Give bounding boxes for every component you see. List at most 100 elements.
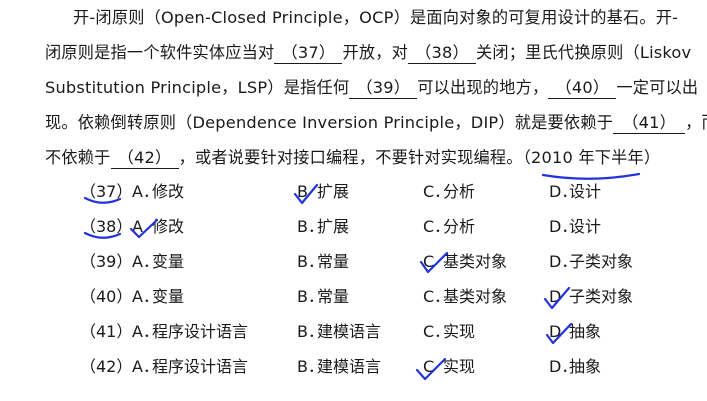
paragraph-text: 闭原则是指一个软件实体应当对	[45, 43, 275, 62]
blank-40: （40）	[548, 78, 617, 99]
option-text: 实现	[443, 357, 476, 376]
option-text: 分析	[443, 182, 476, 201]
option-letter: C．	[423, 182, 451, 201]
option-c[interactable]: C 实现	[423, 350, 475, 384]
blank-39: （39）	[349, 78, 418, 99]
paragraph-line-2: 闭原则是指一个软件实体应当对 （37） 开放，对 （38） 关闭；里氏代换原则（Lisk…	[45, 35, 691, 70]
option-letter: D	[549, 287, 562, 306]
option-letter: A．	[132, 182, 159, 201]
option-letter: A．	[132, 357, 159, 376]
option-text: 分析	[443, 217, 476, 236]
option-b[interactable]: B．建模语言	[297, 350, 381, 384]
blank-41: （41）	[613, 113, 686, 134]
option-letter: A	[132, 217, 143, 236]
option-letter: C．	[423, 322, 451, 341]
option-b[interactable]: B．扩展	[297, 210, 349, 244]
question-number: （40）	[80, 287, 133, 306]
option-letter: D．	[549, 252, 578, 271]
paragraph-text: 不依赖于	[45, 148, 111, 167]
option-b[interactable]: B．建模语言	[297, 315, 381, 349]
question-row-39: （39） A．变量 B．常量 C 基类对象 D．子类对象	[0, 245, 707, 279]
option-a[interactable]: A．变量	[132, 245, 184, 279]
option-c[interactable]: C．分析	[423, 210, 475, 244]
option-text: 基类对象	[443, 287, 508, 306]
question-row-37: （37） A．修改 B 扩展 C．分析 D．设计	[0, 175, 707, 209]
source-year-text: 2010 年下半年	[531, 148, 644, 167]
option-a[interactable]: A．修改	[132, 175, 184, 209]
option-letter: B．	[297, 322, 324, 341]
question-number: （38）	[80, 217, 133, 236]
paragraph-text: 开放，对	[342, 43, 408, 62]
source-year: 2010 年下半年	[531, 140, 644, 180]
option-letter: C．	[423, 217, 451, 236]
option-b[interactable]: B 扩展	[297, 175, 349, 209]
option-text: 建模语言	[317, 322, 382, 341]
option-d[interactable]: D．子类对象	[549, 245, 633, 279]
paragraph-text: ，而	[685, 113, 707, 132]
option-text: 变量	[152, 287, 185, 306]
option-d[interactable]: D 子类对象	[549, 280, 633, 314]
option-text: 常量	[317, 252, 350, 271]
option-c[interactable]: C 基类对象	[423, 245, 507, 279]
option-text: 建模语言	[317, 357, 382, 376]
option-text: 程序设计语言	[152, 357, 249, 376]
option-c[interactable]: C．实现	[423, 315, 475, 349]
question-number: （37）	[80, 182, 133, 201]
option-letter: A．	[132, 287, 159, 306]
option-a[interactable]: A 修改	[132, 210, 184, 244]
option-text: 扩展	[317, 217, 350, 236]
option-letter: D．	[549, 357, 578, 376]
option-letter: D．	[549, 217, 578, 236]
option-text: 修改	[152, 182, 185, 201]
option-letter: C．	[423, 287, 451, 306]
option-letter: C	[423, 252, 435, 271]
paragraph-text: Substitution Principle，LSP）是指任何	[45, 78, 350, 97]
option-text: 子类对象	[569, 287, 634, 306]
option-text: 抽象	[569, 322, 602, 341]
option-text: 设计	[569, 182, 602, 201]
paragraph-line-1: 开-闭原则（Open-Closed Principle，OCP）是面向对象的可复…	[45, 0, 685, 35]
paragraph-text: 一定可以出	[616, 78, 699, 97]
option-text: 子类对象	[569, 252, 634, 271]
option-c[interactable]: C．基类对象	[423, 280, 507, 314]
option-text: 抽象	[569, 357, 602, 376]
blank-37: （37）	[274, 43, 343, 64]
question-number: （41）	[80, 322, 133, 341]
paragraph-text: 开-闭原则（Open-Closed Principle，OCP）是面向对象的可复…	[73, 8, 679, 27]
option-text: 修改	[152, 217, 185, 236]
option-b[interactable]: B．常量	[297, 245, 349, 279]
question-row-38: （38） A 修改 B．扩展 C．分析 D．设计	[0, 210, 707, 244]
paragraph-text: 关闭；里氏代换原则（Liskov	[476, 43, 692, 62]
option-text: 设计	[569, 217, 602, 236]
question-paragraph: 开-闭原则（Open-Closed Principle，OCP）是面向对象的可复…	[45, 0, 707, 180]
option-a[interactable]: A．程序设计语言	[132, 350, 248, 384]
option-text: 基类对象	[443, 252, 508, 271]
option-text: 扩展	[317, 182, 350, 201]
option-letter: C	[423, 357, 435, 376]
question-row-40: （40） A．变量 B．常量 C．基类对象 D 子类对象	[0, 280, 707, 314]
option-b[interactable]: B．常量	[297, 280, 349, 314]
paragraph-text: ，或者说要针对接口编程，不要针对实现编程。（	[178, 148, 531, 167]
option-letter: A．	[132, 322, 159, 341]
option-letter: D	[549, 322, 562, 341]
option-letter: A．	[132, 252, 159, 271]
question-number: （42）	[80, 357, 133, 376]
paragraph-text: 现。依赖倒转原则（Dependence Inversion Principle，…	[45, 113, 614, 132]
option-d[interactable]: D 抽象	[549, 315, 601, 349]
option-d[interactable]: D．设计	[549, 210, 601, 244]
option-d[interactable]: D．设计	[549, 175, 601, 209]
question-row-41: （41） A．程序设计语言 B．建模语言 C．实现 D 抽象	[0, 315, 707, 349]
question-row-42: （42） A．程序设计语言 B．建模语言 C 实现 D．抽象	[0, 350, 707, 384]
option-letter: B．	[297, 287, 324, 306]
blank-38: （38）	[408, 43, 476, 64]
paragraph-text: ）	[643, 148, 661, 167]
option-a[interactable]: A．程序设计语言	[132, 315, 248, 349]
option-c[interactable]: C．分析	[423, 175, 475, 209]
option-letter: D．	[549, 182, 578, 201]
option-text: 实现	[443, 322, 476, 341]
option-d[interactable]: D．抽象	[549, 350, 601, 384]
paragraph-line-4: 现。依赖倒转原则（Dependence Inversion Principle，…	[45, 105, 707, 140]
option-a[interactable]: A．变量	[132, 280, 184, 314]
blank-42: （42）	[110, 148, 179, 169]
option-letter: B．	[297, 217, 324, 236]
